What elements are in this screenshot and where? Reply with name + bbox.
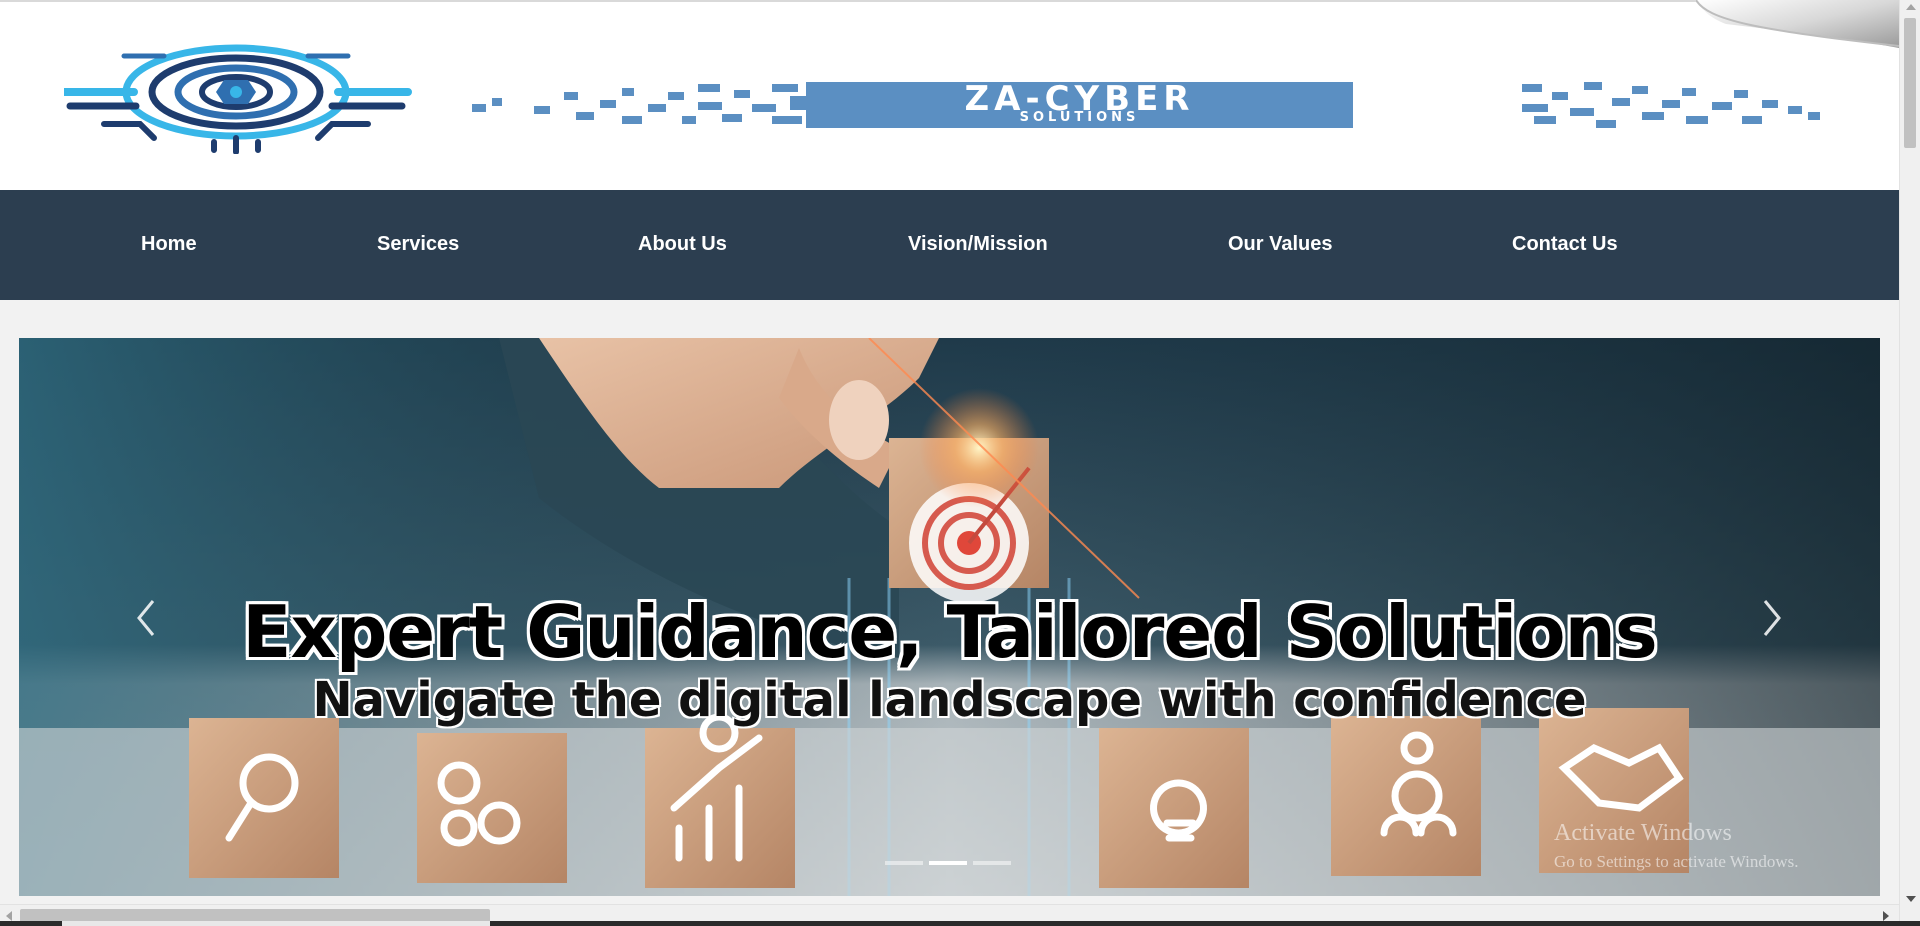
carousel-indicators — [885, 861, 1011, 865]
main-navigation: Home Services About Us Vision/Mission Ou… — [0, 190, 1899, 300]
scroll-left-arrow-icon[interactable] — [6, 911, 12, 921]
nav-home[interactable]: Home — [141, 233, 197, 256]
vertical-scroll-thumb[interactable] — [1904, 18, 1916, 148]
nav-services[interactable]: Services — [377, 233, 459, 256]
top-divider — [0, 0, 1899, 2]
hero-headline: Expert Guidance, Tailored Solutions — [242, 590, 1657, 674]
browser-viewport: ZA-CYBER SOLUTIONS Home Services About U… — [0, 0, 1920, 926]
chevron-right-icon[interactable] — [1757, 593, 1787, 643]
site-header: ZA-CYBER SOLUTIONS — [0, 0, 1899, 190]
carousel-indicator-1[interactable] — [885, 861, 923, 865]
activate-windows-subtitle: Go to Settings to activate Windows. — [1554, 852, 1799, 871]
shield-circuit-logo-icon[interactable] — [64, 42, 424, 154]
taskbar-edge-highlight — [62, 921, 490, 926]
carousel-indicator-3[interactable] — [973, 861, 1011, 865]
brand-wordmark[interactable]: ZA-CYBER SOLUTIONS — [472, 76, 1832, 132]
brand-tagline: SOLUTIONS — [1019, 110, 1140, 125]
hero-subheadline: Navigate the digital landscape with conf… — [312, 672, 1587, 728]
scroll-right-arrow-icon[interactable] — [1883, 911, 1889, 921]
carousel-indicator-2[interactable] — [929, 861, 967, 865]
nav-about-us[interactable]: About Us — [638, 233, 727, 256]
page-curl-decoration — [1696, 0, 1899, 48]
nav-contact-us[interactable]: Contact Us — [1512, 233, 1618, 256]
chevron-left-icon[interactable] — [131, 593, 161, 643]
scroll-up-arrow-icon[interactable] — [1906, 4, 1916, 10]
vertical-scrollbar[interactable] — [1899, 0, 1920, 926]
hero-carousel: Expert Guidance, Tailored Solutions Navi… — [19, 338, 1880, 896]
activate-windows-title: Activate Windows — [1554, 820, 1732, 846]
nav-our-values[interactable]: Our Values — [1228, 233, 1333, 256]
nav-vision-mission[interactable]: Vision/Mission — [908, 233, 1048, 256]
scroll-down-arrow-icon[interactable] — [1906, 896, 1916, 902]
